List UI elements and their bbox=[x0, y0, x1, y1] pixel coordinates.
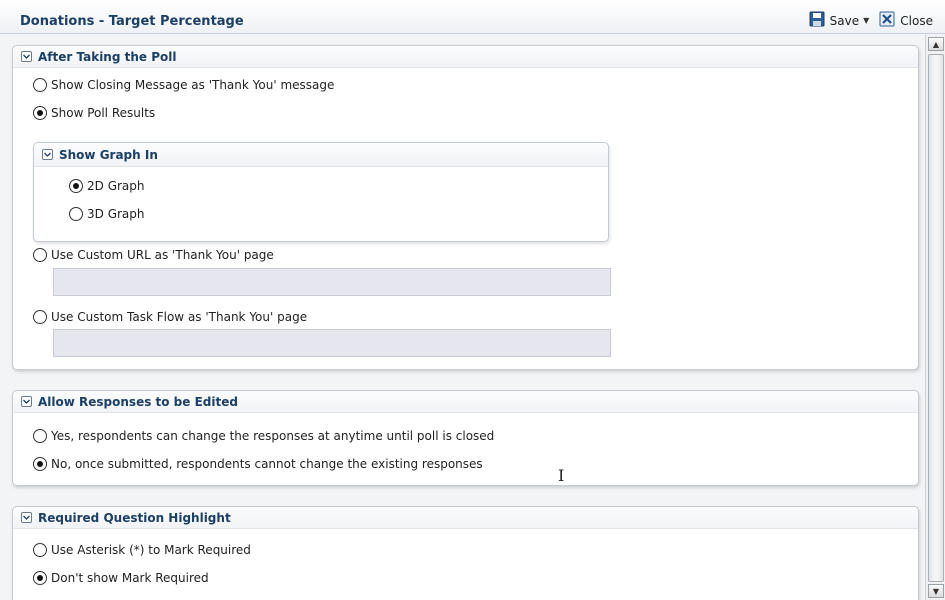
content-area: After Taking the Poll Show Closing Messa… bbox=[0, 34, 925, 600]
option-label: Yes, respondents can change the response… bbox=[51, 429, 495, 443]
allow-edit-panel: Allow Responses to be Edited Yes, respon… bbox=[12, 390, 919, 486]
graph-panel: Show Graph In 2D Graph 3D Graph bbox=[33, 142, 609, 242]
save-label: Save bbox=[829, 13, 860, 28]
option-label: 2D Graph bbox=[87, 179, 145, 193]
chevron-down-icon[interactable] bbox=[42, 149, 53, 160]
option-label: Use Asterisk (*) to Mark Required bbox=[51, 543, 251, 557]
chevron-down-icon[interactable] bbox=[21, 512, 32, 523]
radio-asterisk[interactable] bbox=[33, 543, 47, 557]
radio-2d-graph[interactable] bbox=[69, 179, 83, 193]
option-label: Show Closing Message as 'Thank You' mess… bbox=[51, 78, 335, 92]
allow-edit-title: Allow Responses to be Edited bbox=[38, 394, 238, 409]
radio-custom-task-flow[interactable] bbox=[33, 310, 47, 324]
required-highlight-header: Required Question Highlight bbox=[13, 507, 918, 529]
option-2d-graph[interactable]: 2D Graph bbox=[69, 179, 145, 193]
radio-3d-graph[interactable] bbox=[69, 207, 83, 221]
dropdown-caret-icon: ▼ bbox=[863, 16, 870, 25]
required-highlight-title: Required Question Highlight bbox=[38, 510, 231, 525]
option-no-mark[interactable]: Don't show Mark Required bbox=[33, 571, 209, 585]
option-closing-message[interactable]: Show Closing Message as 'Thank You' mess… bbox=[33, 78, 334, 92]
scroll-down-button[interactable]: ▼ bbox=[928, 584, 944, 598]
close-label: Close bbox=[900, 13, 933, 28]
chevron-down-icon[interactable] bbox=[21, 51, 32, 62]
radio-no-mark[interactable] bbox=[33, 571, 47, 585]
radio-poll-results[interactable] bbox=[33, 106, 47, 120]
option-label: Show Poll Results bbox=[51, 106, 156, 120]
floppy-disk-icon bbox=[809, 11, 825, 30]
window-title: Donations - Target Percentage bbox=[20, 14, 244, 29]
after-poll-title: After Taking the Poll bbox=[38, 49, 177, 64]
chevron-down-icon[interactable] bbox=[21, 396, 32, 407]
option-allow-edit-no[interactable]: No, once submitted, respondents cannot c… bbox=[33, 457, 483, 471]
allow-edit-header: Allow Responses to be Edited bbox=[13, 391, 918, 413]
radio-allow-edit-yes[interactable] bbox=[33, 429, 47, 443]
radio-allow-edit-no[interactable] bbox=[33, 457, 47, 471]
option-custom-task-flow[interactable]: Use Custom Task Flow as 'Thank You' page bbox=[33, 310, 307, 324]
custom-task-flow-field[interactable] bbox=[53, 329, 611, 357]
close-button[interactable]: Close bbox=[879, 11, 933, 30]
vertical-scrollbar[interactable]: ▲ ▼ bbox=[925, 34, 945, 600]
window-titlebar: Donations - Target Percentage Save ▼ Clo… bbox=[0, 0, 945, 34]
custom-url-field[interactable] bbox=[53, 268, 611, 296]
option-label: Don't show Mark Required bbox=[51, 571, 209, 585]
option-asterisk[interactable]: Use Asterisk (*) to Mark Required bbox=[33, 543, 251, 557]
option-label: Use Custom Task Flow as 'Thank You' page bbox=[51, 310, 308, 324]
option-custom-url[interactable]: Use Custom URL as 'Thank You' page bbox=[33, 248, 274, 262]
option-label: No, once submitted, respondents cannot c… bbox=[51, 457, 483, 471]
after-poll-header: After Taking the Poll bbox=[13, 46, 918, 68]
after-poll-panel: After Taking the Poll Show Closing Messa… bbox=[12, 45, 919, 370]
toolbar: Save ▼ Close bbox=[799, 11, 933, 30]
option-3d-graph[interactable]: 3D Graph bbox=[69, 207, 145, 221]
graph-header: Show Graph In bbox=[34, 143, 608, 167]
close-x-icon bbox=[879, 11, 895, 30]
text-cursor-icon: I bbox=[558, 466, 565, 485]
option-label: 3D Graph bbox=[87, 207, 145, 221]
save-button[interactable]: Save ▼ bbox=[809, 11, 870, 30]
option-label: Use Custom URL as 'Thank You' page bbox=[51, 248, 274, 262]
scroll-thumb[interactable] bbox=[928, 54, 944, 582]
graph-title: Show Graph In bbox=[59, 147, 158, 162]
radio-custom-url[interactable] bbox=[33, 248, 47, 262]
option-allow-edit-yes[interactable]: Yes, respondents can change the response… bbox=[33, 429, 494, 443]
option-poll-results[interactable]: Show Poll Results bbox=[33, 106, 155, 120]
scroll-up-button[interactable]: ▲ bbox=[928, 37, 944, 51]
required-highlight-panel: Required Question Highlight Use Asterisk… bbox=[12, 506, 919, 600]
radio-closing-message[interactable] bbox=[33, 78, 47, 92]
